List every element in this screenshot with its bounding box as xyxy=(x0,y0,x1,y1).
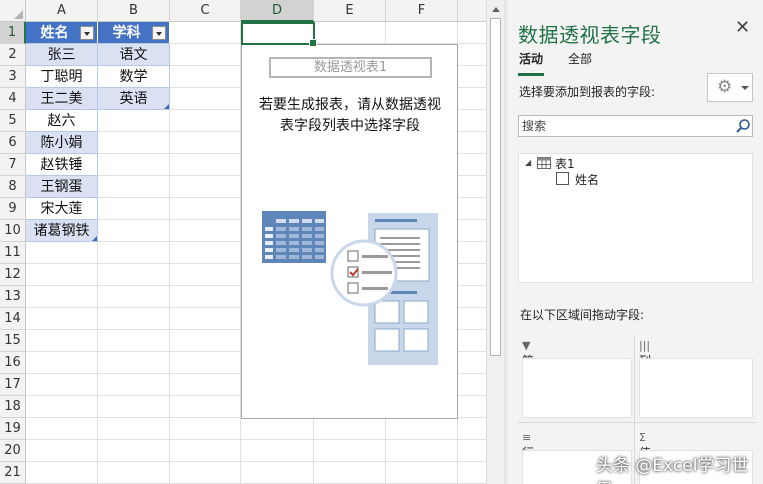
collapse-triangle-icon[interactable]: ◢ xyxy=(525,158,531,167)
row-header-4[interactable]: 4 xyxy=(0,88,26,110)
row-header-15[interactable]: 15 xyxy=(0,330,26,352)
row-header-19[interactable]: 19 xyxy=(0,418,26,440)
tab-active[interactable]: 活动 xyxy=(517,50,545,76)
table-cell-a2[interactable]: 张三 xyxy=(26,44,98,66)
row-header-13[interactable]: 13 xyxy=(0,286,26,308)
active-cell-d1[interactable] xyxy=(241,22,317,47)
tab-all[interactable]: 全部 xyxy=(568,50,592,67)
table-header-cell-a[interactable]: 姓名 xyxy=(26,22,98,44)
vertical-scrollbar[interactable] xyxy=(486,0,504,484)
table-header-label: 学科 xyxy=(112,25,141,41)
column-header-c[interactable]: C xyxy=(170,0,241,22)
search-input[interactable] xyxy=(519,116,729,136)
watermark: 头条 @Excel学习世界 xyxy=(596,456,749,484)
table-cell-b2[interactable]: 语文 xyxy=(98,44,170,66)
column-header-g[interactable] xyxy=(458,0,486,22)
column-header-b[interactable]: B xyxy=(98,0,170,22)
filter-icon: ▼ xyxy=(522,339,531,352)
row-header-8[interactable]: 8 xyxy=(0,176,26,198)
row-header-10[interactable]: 10 xyxy=(0,220,26,242)
table-cell-a3[interactable]: 丁聪明 xyxy=(26,66,98,88)
choose-fields-label: 选择要添加到报表的字段: xyxy=(519,85,656,99)
filter-dropdown-icon[interactable] xyxy=(152,26,166,40)
column-header-f[interactable]: F xyxy=(386,0,458,22)
table-cell-a7[interactable]: 赵铁锤 xyxy=(26,154,98,176)
pivot-field-list-pane: 数据透视表字段 ✕ 活动 全部 选择要添加到报表的字段: ⚙ ◢ 表1 姓名 在… xyxy=(507,0,763,484)
row-header-7[interactable]: 7 xyxy=(0,154,26,176)
row-header-5[interactable]: 5 xyxy=(0,110,26,132)
table-resize-handle-icon[interactable] xyxy=(92,236,97,241)
table-cell-b4[interactable]: 英语 xyxy=(98,88,170,110)
pivot-table-placeholder[interactable]: 数据透视表1 若要生成报表，请从数据透视 表字段列表中选择字段 xyxy=(241,44,458,419)
rows-icon: ≡ xyxy=(522,431,532,444)
search-icon[interactable] xyxy=(735,118,751,134)
pivot-illustration-icon xyxy=(262,211,438,365)
row-header-9[interactable]: 9 xyxy=(0,198,26,220)
table-cell-a4[interactable]: 王二美 xyxy=(26,88,98,110)
row-header-6[interactable]: 6 xyxy=(0,132,26,154)
table-cell-a6[interactable]: 陈小娟 xyxy=(26,132,98,154)
scrollbar-thumb[interactable] xyxy=(490,18,501,356)
row-header-16[interactable]: 16 xyxy=(0,352,26,374)
row-header-1[interactable]: 1 xyxy=(0,22,26,44)
pane-title: 数据透视表字段 xyxy=(518,23,662,47)
row-header-21[interactable]: 21 xyxy=(0,462,26,484)
table-cell-a5[interactable]: 赵六 xyxy=(26,110,98,132)
row-header-12[interactable]: 12 xyxy=(0,264,26,286)
pivot-hint-line-2: 表字段列表中选择字段 xyxy=(280,118,420,134)
table-cell-a10[interactable]: 诸葛钢铁 xyxy=(26,220,98,242)
field-table-name[interactable]: 表1 xyxy=(555,155,575,172)
row-header-17[interactable]: 17 xyxy=(0,374,26,396)
drag-fields-label: 在以下区域间拖动字段: xyxy=(520,308,645,322)
table-resize-handle-icon[interactable] xyxy=(164,104,169,109)
area-divider-horizontal xyxy=(518,422,756,423)
worksheet[interactable]: A B C D E F 1 2 3 4 5 6 7 8 9 10 11 12 13 14 15 16 17 18 1… xyxy=(0,0,486,484)
table-icon xyxy=(537,157,551,169)
row-header-14[interactable]: 14 xyxy=(0,308,26,330)
row-header-20[interactable]: 20 xyxy=(0,440,26,462)
pivot-table-title: 数据透视表1 xyxy=(269,57,432,78)
row-header-2[interactable]: 2 xyxy=(0,44,26,66)
filter-dropdown-icon[interactable] xyxy=(80,26,94,40)
column-header-e[interactable]: E xyxy=(314,0,386,22)
gridline-row xyxy=(26,461,486,462)
table-cell-b3[interactable]: 数学 xyxy=(98,66,170,88)
pivot-hint-line-1: 若要生成报表，请从数据透视 xyxy=(259,97,441,113)
table-cell-a9[interactable]: 宋大莲 xyxy=(26,198,98,220)
field-list: ◢ 表1 姓名 xyxy=(518,153,753,283)
field-search-box[interactable] xyxy=(518,115,753,137)
row-header-11[interactable]: 11 xyxy=(0,242,26,264)
column-header-a[interactable]: A xyxy=(26,0,98,22)
field-settings-button[interactable]: ⚙ xyxy=(707,73,753,102)
field-checkbox-name[interactable] xyxy=(556,172,569,185)
columns-drop-zone[interactable] xyxy=(639,358,753,418)
table-header-label: 姓名 xyxy=(40,25,69,41)
select-all-corner[interactable] xyxy=(0,0,26,22)
close-icon[interactable]: ✕ xyxy=(735,17,750,38)
table-cell-a8[interactable]: 王钢蛋 xyxy=(26,176,98,198)
chevron-down-icon xyxy=(741,86,749,90)
columns-icon: ||| xyxy=(639,339,651,352)
row-header-3[interactable]: 3 xyxy=(0,66,26,88)
sigma-icon: Σ xyxy=(639,431,646,444)
column-header-d[interactable]: D xyxy=(241,0,314,22)
pivot-table-hint: 若要生成报表，请从数据透视 表字段列表中选择字段 xyxy=(250,95,450,137)
filter-drop-zone[interactable] xyxy=(522,358,632,418)
scroll-up-arrow-icon[interactable] xyxy=(492,7,500,12)
row-header-18[interactable]: 18 xyxy=(0,396,26,418)
gridline-row xyxy=(26,439,486,440)
field-label-name[interactable]: 姓名 xyxy=(575,171,599,188)
gear-icon: ⚙ xyxy=(717,77,733,97)
table-header-cell-b[interactable]: 学科 xyxy=(98,22,170,44)
